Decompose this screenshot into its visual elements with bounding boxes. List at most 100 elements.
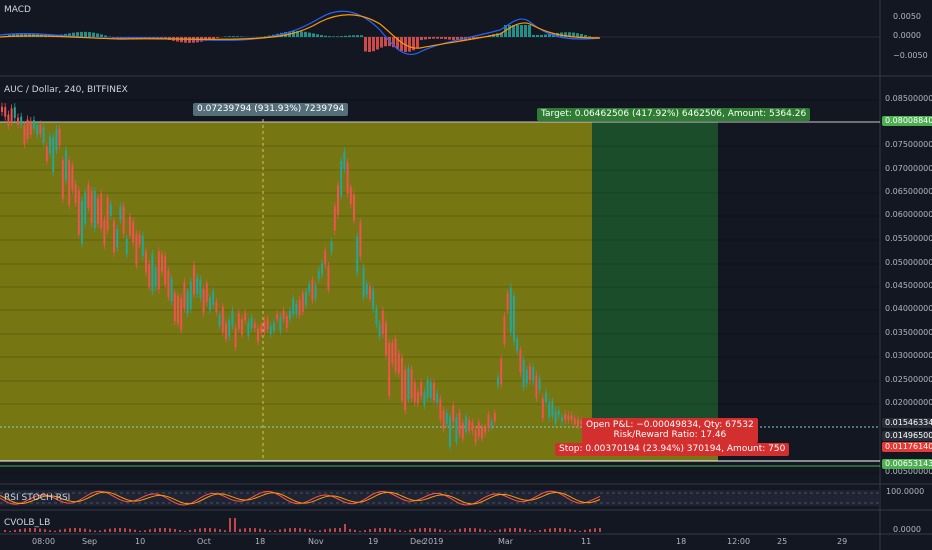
stop-zone[interactable] (0, 122, 592, 461)
candle-body (413, 382, 416, 403)
cvol-bar (499, 529, 501, 532)
price-badge: 0.01176140 (882, 442, 932, 452)
cvol-bar (454, 529, 456, 532)
price-tick-label: 0.03500000 (885, 328, 932, 337)
cvol-bar (189, 529, 191, 532)
macd-bar (348, 35, 351, 37)
candle-body (186, 291, 189, 314)
macd-bar (328, 36, 331, 37)
macd-bar (440, 37, 443, 39)
cvol-bar (309, 529, 311, 532)
cvol-bar (174, 529, 176, 532)
candle-body (349, 187, 352, 204)
candle-body (97, 198, 99, 224)
cvol-tick-label: 0.0000 (893, 525, 921, 534)
cvol-bar (304, 528, 306, 532)
cvol-bar (34, 528, 36, 532)
macd-bar (452, 37, 455, 40)
candle-body (221, 306, 224, 333)
candle-body (375, 308, 378, 325)
cvol-bar (419, 528, 421, 532)
candle-body (42, 127, 45, 143)
candle-body (301, 293, 304, 312)
candle-body (10, 108, 13, 123)
cvol-bar (554, 528, 556, 532)
candle-body (209, 297, 211, 311)
open-pnl-label[interactable]: Open P&L: −0.00049834, Qty: 67532 Risk/R… (582, 418, 758, 443)
candle-body (7, 114, 10, 126)
target-label[interactable]: Target: 0.06462506 (417.92%) 6462506, Am… (537, 108, 811, 121)
cvol-bar (199, 528, 201, 532)
candle-body (93, 191, 96, 229)
price-tick-label: 0.06000000 (885, 210, 932, 219)
candle-body (33, 120, 35, 129)
cvol-bar (489, 530, 491, 532)
candle-body (244, 313, 247, 321)
macd-tick-label: 0.0000 (893, 31, 921, 40)
cvol-bar (494, 530, 496, 532)
candle-body (167, 271, 170, 298)
candle-body (298, 300, 301, 315)
candle-body (23, 125, 26, 145)
candle-body (372, 289, 375, 310)
cvol-bar (569, 529, 571, 532)
macd-bar (532, 34, 535, 37)
candle-body (567, 415, 570, 421)
cvol-bar (49, 530, 51, 532)
candle-body (324, 250, 327, 265)
candle-body (433, 383, 435, 401)
candle-body (353, 194, 355, 221)
price-tick-label: 0.03000000 (885, 351, 932, 360)
candle-body (439, 399, 442, 420)
cvol-bar (329, 528, 331, 532)
candle-body (151, 253, 154, 292)
candle-body (445, 412, 448, 424)
candle-body (407, 368, 410, 400)
cvol-bar (144, 530, 146, 532)
symbol-label[interactable]: AUC / Dollar, 240, BITFINEX (4, 85, 128, 95)
trading-chart[interactable] (0, 0, 932, 550)
macd-bar (448, 37, 451, 40)
macd-bar (588, 36, 591, 37)
candle-body (337, 185, 339, 215)
candle-body (292, 298, 295, 314)
candle-body (477, 422, 480, 437)
cvol-bar (194, 529, 196, 532)
cvol-bar (399, 530, 401, 532)
candle-body (429, 382, 432, 399)
macd-bar (84, 31, 87, 37)
candle-body (260, 325, 263, 333)
candle-body (282, 311, 285, 319)
candle-body (532, 367, 535, 382)
candle-body (573, 418, 576, 425)
measure-label[interactable]: 0.07239794 (931.93%) 7239794 (193, 103, 349, 116)
candle-body (493, 412, 496, 422)
macd-bar (352, 35, 355, 37)
candle-body (509, 287, 512, 333)
candle-body (65, 149, 67, 181)
candle-body (189, 281, 192, 310)
cvol-bar (209, 528, 211, 532)
candle-body (340, 160, 343, 196)
cvol-bar (334, 528, 336, 532)
candle-body (554, 411, 557, 424)
macd-bar (88, 32, 91, 37)
candle-body (381, 310, 384, 335)
cvol-bar (544, 529, 546, 532)
stop-label[interactable]: Stop: 0.00370194 (23.94%) 370194, Amount… (555, 443, 790, 456)
candle-body (362, 267, 365, 298)
macd-bar (380, 37, 383, 48)
candle-body (423, 392, 426, 406)
macd-bar (524, 25, 527, 37)
cvol-bar (429, 528, 431, 532)
cvol-bar (79, 528, 81, 532)
price-tick-label: 0.00500000 (885, 467, 932, 476)
candle-body (36, 124, 39, 135)
cvol-bar (594, 528, 596, 532)
candle-body (129, 216, 131, 236)
macd-bar (420, 37, 423, 41)
macd-bar (332, 36, 335, 37)
candle-body (273, 322, 275, 331)
candle-body (173, 293, 176, 322)
cvol-bar (324, 529, 326, 532)
